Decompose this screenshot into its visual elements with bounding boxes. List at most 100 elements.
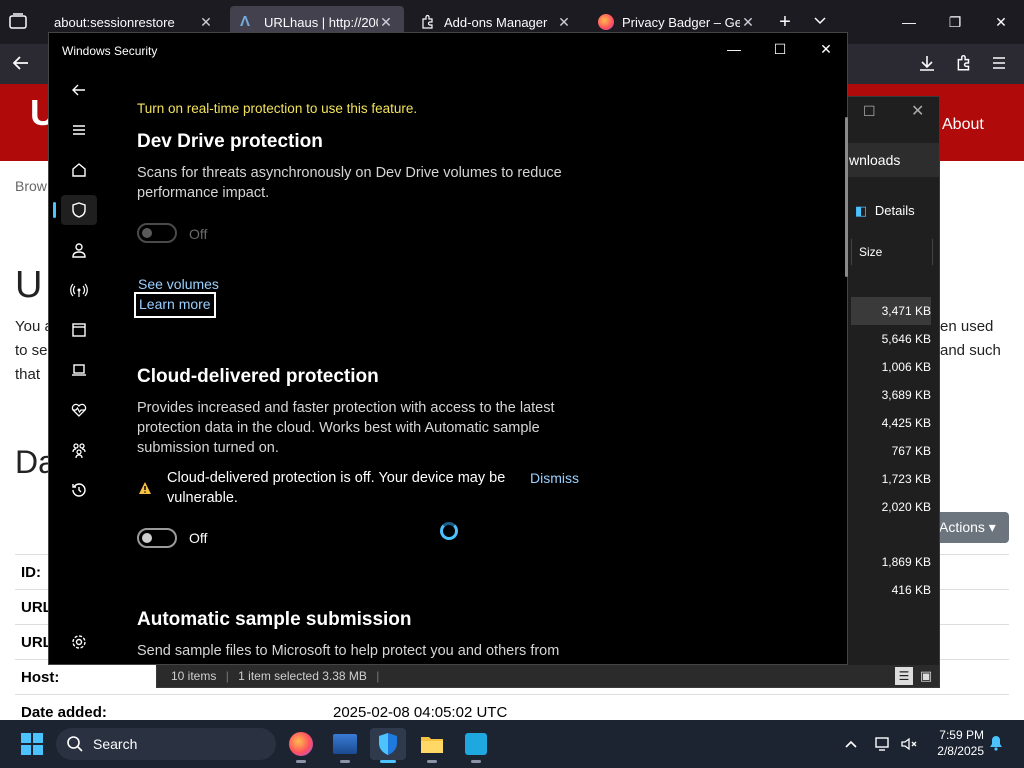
history-icon[interactable] xyxy=(61,475,97,505)
file-size: 3,689 KB xyxy=(881,388,931,402)
clock-time: 7:59 PM xyxy=(939,728,984,742)
realtime-notice: Turn on real-time protection to use this… xyxy=(137,101,418,116)
list-item[interactable]: 5,646 KB xyxy=(851,325,931,353)
shield-icon[interactable] xyxy=(61,195,97,225)
network-icon[interactable] xyxy=(874,735,892,758)
back-arrow-icon[interactable] xyxy=(12,54,34,74)
dev-drive-description: Scans for threats asynchronously on Dev … xyxy=(137,165,562,201)
back-arrow-icon[interactable] xyxy=(61,75,97,105)
minimize-icon[interactable]: — xyxy=(886,0,932,44)
tab-title: Privacy Badger – Get th xyxy=(622,14,740,30)
search-icon xyxy=(66,735,84,758)
list-item[interactable]: 2,020 KB xyxy=(851,493,931,521)
table-row: Date added: 2025-02-08 04:05:02 UTC xyxy=(15,694,1009,720)
size-list: 3,471 KB 5,646 KB 1,006 KB 3,689 KB 4,42… xyxy=(851,297,931,604)
family-icon[interactable] xyxy=(61,435,97,465)
hamburger-menu-icon[interactable] xyxy=(61,115,97,145)
list-item[interactable]: 416 KB xyxy=(851,576,931,604)
list-item[interactable]: 4,425 KB xyxy=(851,409,931,437)
clock[interactable]: 7:59 PM 2/8/2025 xyxy=(928,727,984,759)
see-volumes-link[interactable]: See volumes xyxy=(138,276,219,292)
windows-security-taskbar-icon[interactable] xyxy=(370,728,406,763)
taskbar: Search 7:59 PM 2/8/2025 xyxy=(0,720,1024,768)
actions-dropdown[interactable]: Actions ▾ xyxy=(930,512,1009,543)
maximize-icon[interactable]: ☐ xyxy=(863,103,876,120)
dev-drive-toggle[interactable] xyxy=(137,223,177,243)
dismiss-link[interactable]: Dismiss xyxy=(530,470,579,486)
tab-title: URLhaus | http://200.1 xyxy=(264,14,378,30)
close-icon[interactable]: ✕ xyxy=(378,14,394,31)
details-button[interactable]: ◧ Details xyxy=(855,203,915,219)
actions-label: Actions xyxy=(939,519,985,535)
start-windows-icon[interactable] xyxy=(20,732,44,756)
person-icon[interactable] xyxy=(61,235,97,265)
wireless-icon[interactable] xyxy=(61,275,97,305)
list-item[interactable]: 3,689 KB xyxy=(851,381,931,409)
firefox-taskbar-icon[interactable] xyxy=(283,728,319,763)
list-item[interactable]: 767 KB xyxy=(851,437,931,465)
file-size: 2,020 KB xyxy=(881,500,931,514)
settings-gear-icon[interactable] xyxy=(61,627,97,657)
magnifier-app-icon xyxy=(465,733,487,755)
chevron-up-icon[interactable] xyxy=(843,736,859,757)
shield-icon xyxy=(379,733,397,755)
tab-title: Add-ons Manager xyxy=(444,14,548,30)
minimize-icon[interactable]: — xyxy=(711,33,757,65)
list-tabs-chevron-icon[interactable] xyxy=(812,12,838,32)
heart-pulse-icon[interactable] xyxy=(61,395,97,425)
notification-bell-icon[interactable] xyxy=(988,734,1004,757)
cloud-warning-text: Cloud-delivered protection is off. Your … xyxy=(167,470,506,506)
cloud-toggle-label: Off xyxy=(189,530,208,546)
list-item[interactable]: 1,869 KB xyxy=(851,548,931,576)
scrollbar[interactable] xyxy=(845,117,848,277)
close-icon[interactable]: ✕ xyxy=(911,101,924,121)
extensions-icon[interactable] xyxy=(955,54,975,74)
dev-drive-toggle-label: Off xyxy=(189,226,208,242)
list-item[interactable]: 1,723 KB xyxy=(851,465,931,493)
size-header-label: Size xyxy=(859,245,883,259)
learn-more-link[interactable]: Learn more xyxy=(134,292,216,318)
app-taskbar-icon[interactable] xyxy=(458,728,494,763)
laptop-icon[interactable] xyxy=(61,355,97,385)
list-item[interactable] xyxy=(851,521,931,548)
downloads-icon[interactable] xyxy=(918,54,938,74)
tab-overview-icon[interactable] xyxy=(8,12,30,32)
details-label: Details xyxy=(874,203,915,218)
cloud-protection-title: Cloud-delivered protection xyxy=(137,366,379,387)
resource-monitor-taskbar-icon[interactable] xyxy=(327,728,363,763)
new-tab-button[interactable]: + xyxy=(772,10,798,34)
app-browser-icon[interactable] xyxy=(61,315,97,345)
list-item[interactable]: 3,471 KB xyxy=(851,297,931,325)
search-box[interactable]: Search xyxy=(56,728,276,760)
volume-muted-icon[interactable] xyxy=(900,735,918,758)
details-view-icon[interactable]: ☰ xyxy=(895,667,913,685)
close-icon[interactable]: ✕ xyxy=(803,33,849,65)
file-explorer-taskbar-icon[interactable] xyxy=(414,728,450,763)
row-label: Date added: xyxy=(21,704,107,720)
list-item[interactable]: 1,006 KB xyxy=(851,353,931,381)
cloud-protection-description: Provides increased and faster protection… xyxy=(137,400,555,456)
status-bar: 10 items | 1 item selected 3.38 MB | ☰ ▣ xyxy=(157,665,939,687)
intro-right-2: and such xyxy=(940,342,1001,359)
close-window-icon[interactable]: ✕ xyxy=(978,0,1024,44)
sample-submission-description: Send sample files to Microsoft to help p… xyxy=(137,643,560,659)
row-label: ID: xyxy=(21,564,41,581)
menu-icon[interactable] xyxy=(990,54,1010,74)
firefox-icon xyxy=(598,14,614,30)
dev-drive-title: Dev Drive protection xyxy=(137,131,323,152)
size-column-header[interactable]: Size xyxy=(851,239,933,265)
restore-icon[interactable]: ❐ xyxy=(932,0,978,44)
close-icon[interactable]: ✕ xyxy=(198,14,214,31)
nav-about-link[interactable]: About xyxy=(942,116,984,134)
window-title: Windows Security xyxy=(62,44,158,58)
address-text: wnloads xyxy=(849,152,901,168)
cloud-protection-toggle[interactable] xyxy=(137,528,177,548)
address-bar[interactable]: wnloads xyxy=(847,143,939,177)
maximize-icon[interactable]: ☐ xyxy=(757,33,803,65)
close-icon[interactable]: ✕ xyxy=(740,14,756,31)
breadcrumb[interactable]: Brow xyxy=(15,178,47,194)
urlhaus-icon: Λ xyxy=(240,13,251,30)
close-icon[interactable]: ✕ xyxy=(556,14,572,31)
home-icon[interactable] xyxy=(61,155,97,185)
tiles-view-icon[interactable]: ▣ xyxy=(917,667,935,685)
